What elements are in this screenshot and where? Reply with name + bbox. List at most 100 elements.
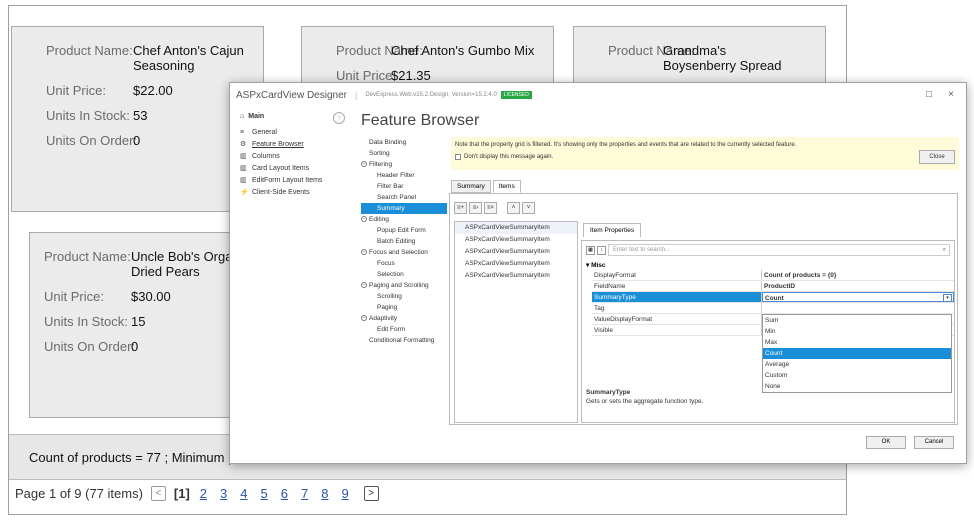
list-item[interactable]: ASPxCardViewSummaryItem [455,246,577,258]
page-link[interactable]: 4 [240,486,247,501]
page-link[interactable]: 7 [301,486,308,501]
field-label: Unit Price: [44,289,104,304]
designer-nav: ⌂ Main ↑ ≡ General ⚙ Feature Browser ▥ Columns… [240,112,350,198]
tree-node[interactable]: − Adaptivity [361,313,447,324]
collapse-icon[interactable]: − [361,161,367,168]
tree-node[interactable]: Selection [361,269,447,280]
tree-node[interactable]: − Editing [361,214,447,225]
ok-button[interactable]: OK [866,436,906,449]
license-badge: LICENSED [500,91,532,99]
dropdown-option[interactable]: Min [763,326,951,337]
prev-page-button[interactable]: < [150,486,166,501]
note-close-button[interactable]: Close [919,150,955,164]
remove-item-icon[interactable]: ≡× [484,202,497,214]
nav-item[interactable]: ▥ Card Layout Items [240,162,350,174]
tree-node[interactable]: Edit Form [361,324,447,335]
dropdown-option[interactable]: None [763,381,951,392]
tree-node[interactable]: Popup Edit Form [361,225,447,236]
collapse-nav-icon[interactable]: ↑ [333,112,345,124]
tab-items[interactable]: Items [492,180,521,193]
nav-item[interactable]: ⚡ Client-Side Events [240,186,350,198]
insert-item-icon[interactable]: ≡› [469,202,482,214]
page-link[interactable]: 6 [281,486,288,501]
property-row[interactable]: Tag [592,303,954,314]
tab-item-properties[interactable]: Item Properties [583,223,642,237]
page-link[interactable]: 9 [341,486,348,501]
move-down-icon[interactable]: ˅ [522,202,535,214]
dropdown-option[interactable]: Max [763,337,951,348]
page-link[interactable]: 5 [261,486,268,501]
property-value[interactable]: Count of products = {0} [762,270,954,280]
tree-node[interactable]: Conditional Formatting [361,335,447,346]
chevron-down-icon[interactable]: ▾ [943,294,952,302]
note-text: Note that the property grid is filtered.… [455,142,797,148]
property-row[interactable]: FieldName ProductID [592,281,954,292]
tree-node[interactable]: Batch Editing [361,236,447,247]
tree-node[interactable]: Search Panel [361,192,447,203]
tree-node[interactable]: − Focus and Selection [361,247,447,258]
cancel-button[interactable]: Cancel [914,436,954,449]
field-label: Units On Order: [46,133,138,148]
property-search-input[interactable]: Enter text to search... ⌕ [608,244,950,256]
dropdown-option[interactable]: Sum [763,315,951,326]
move-up-icon[interactable]: ˄ [507,202,520,214]
property-row[interactable]: DisplayFormat Count of products = {0} [592,270,954,281]
tree-node[interactable]: Header Filter [361,170,447,181]
list-item[interactable]: ASPxCardViewSummaryItem [455,234,577,246]
list-item[interactable]: ASPxCardViewSummaryItem [455,258,577,270]
collapse-icon[interactable]: − [361,216,367,223]
tree-node[interactable]: − Paging and Scrolling [361,280,447,291]
nav-head-label: Main [248,113,265,120]
list-item[interactable]: ASPxCardViewSummaryItem [455,270,577,282]
tree-node-label: Sorting [369,150,390,157]
tree-node[interactable]: Paging [361,302,447,313]
nav-item[interactable]: ⚙ Feature Browser [240,138,350,150]
property-value[interactable]: ProductID [762,281,954,291]
card: Product Name: Uncle Bob's Organic Dried P… [29,232,253,418]
tree-node[interactable]: Scrolling [361,291,447,302]
property-grid: ▦ ↕ Enter text to search... ⌕ ▾ Misc Disp… [581,240,955,423]
nav-item[interactable]: ≡ General [240,126,350,138]
field-label: Product Name: [46,43,133,58]
nav-item-label: Client-Side Events [252,188,310,196]
tree-node[interactable]: Data Binding [361,137,447,148]
tree-node-label: Popup Edit Form [377,227,426,234]
next-page-button[interactable]: > [363,486,379,501]
tree-node[interactable]: − Filtering [361,159,447,170]
search-icon: ⌕ [942,247,946,253]
tree-node[interactable]: Summary [361,203,447,214]
property-value-text: ProductID [764,283,796,290]
property-name: FieldName [592,281,762,291]
page-link[interactable]: 8 [321,486,328,501]
dropdown-option[interactable]: Count [763,348,951,359]
description-text: Gets or sets the aggregate function type… [586,398,704,405]
close-icon[interactable]: × [948,89,954,100]
dropdown-option[interactable]: Custom [763,370,951,381]
tree-node[interactable]: Filter Bar [361,181,447,192]
pager: Page 1 of 9 (77 items) < [1] 2 3 4 5 6 7… [15,486,387,501]
dialog-title: ASPxCardView Designer [236,89,347,101]
nav-item[interactable]: ▥ Columns [240,150,350,162]
tab-summary[interactable]: Summary [451,180,491,193]
tree-node-label: Edit Form [377,326,406,333]
maximize-icon[interactable]: □ [926,89,932,100]
property-value[interactable]: Count ▾ [762,292,954,302]
collapse-icon[interactable]: − [361,249,367,256]
tree-node[interactable]: Focus [361,258,447,269]
page-link[interactable]: 3 [220,486,227,501]
dont-display-checkbox[interactable]: Don't display this message again. [455,154,553,160]
categorized-icon[interactable]: ▦ [586,245,595,255]
alphabetical-icon[interactable]: ↕ [597,245,606,255]
units-in-stock: 15 [131,314,146,329]
add-item-icon[interactable]: ≡+ [454,202,467,214]
nav-item[interactable]: ▥ EditForm Layout Items [240,174,350,186]
list-item[interactable]: ASPxCardViewSummaryItem [455,222,577,234]
collapse-icon[interactable]: − [361,282,367,289]
page-link[interactable]: 2 [200,486,207,501]
property-row[interactable]: SummaryType Count ▾ [592,292,954,303]
tree-node-label: Search Panel [377,194,417,201]
tree-node[interactable]: Sorting [361,148,447,159]
property-value[interactable] [762,303,954,313]
dropdown-option[interactable]: Average [763,359,951,370]
collapse-icon[interactable]: − [361,315,367,322]
